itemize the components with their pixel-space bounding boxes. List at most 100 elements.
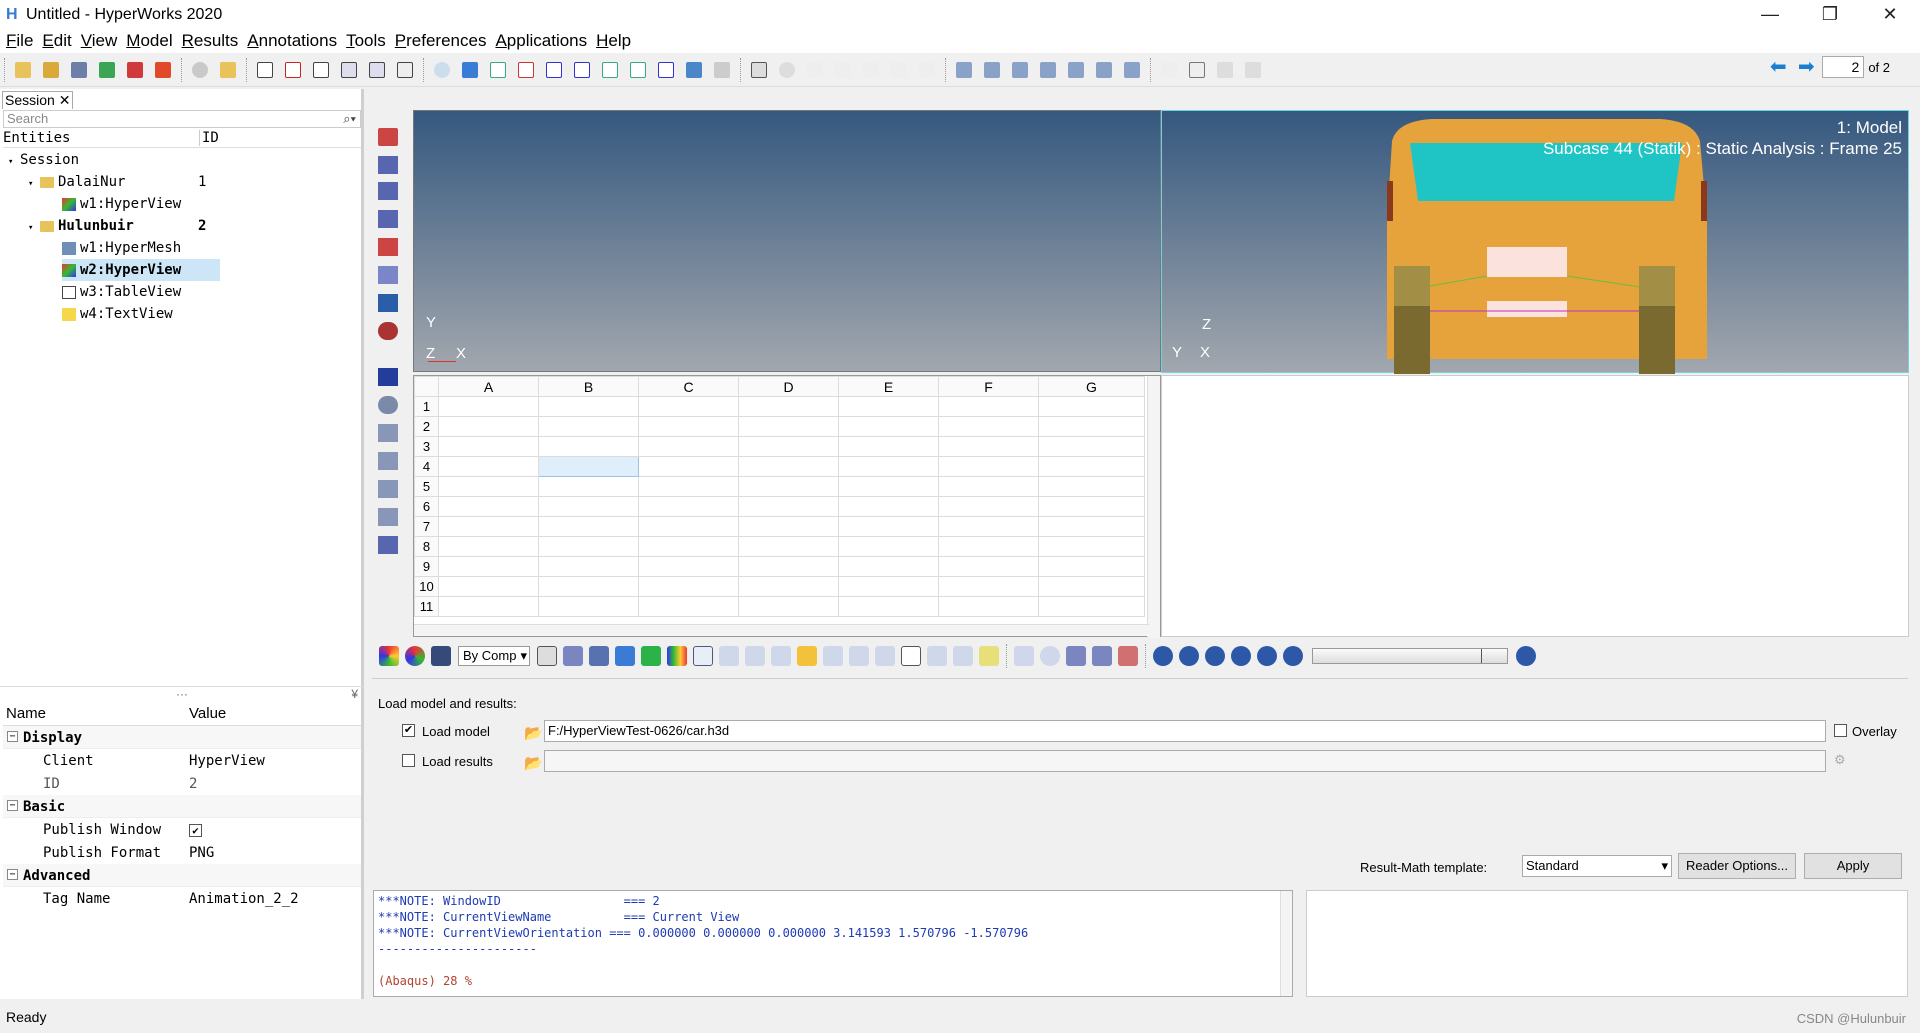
spheres-icon[interactable] [378,322,398,340]
group-display[interactable]: − Display [3,726,361,749]
window-sync-icon[interactable] [1065,59,1087,81]
tree-w1-hypermesh[interactable]: w1:HyperMesh [62,237,181,259]
open-model-icon[interactable] [40,59,62,81]
page-number-input[interactable]: 2 [1822,56,1865,78]
zoom-icon[interactable] [431,59,453,81]
menu-annotations[interactable]: Annotations [247,31,337,51]
model-path-field[interactable]: F:/HyperViewTest-0626/car.h3d [544,720,1826,742]
folder-open-icon[interactable]: 📂 [524,724,543,742]
pan-hand-icon[interactable] [832,59,854,81]
color-wheel-icon[interactable] [405,646,425,666]
link-icon[interactable] [719,646,739,666]
text-view-window[interactable] [1161,375,1909,637]
vertical-move-icon[interactable] [888,59,910,81]
legend-icon[interactable] [667,646,687,666]
window-arrange-icon[interactable] [1121,59,1143,81]
capture-icon[interactable] [394,59,416,81]
monitor-icon[interactable] [378,294,398,312]
menu-model[interactable]: Model [126,31,172,51]
export-icon[interactable] [124,59,146,81]
menu-results[interactable]: Results [182,31,239,51]
tree-w1-hyperview[interactable]: w1:HyperView [62,193,181,215]
menu-applications[interactable]: Applications [495,31,587,51]
view-zx-icon[interactable] [543,59,565,81]
animation-slider[interactable] [1312,648,1508,664]
tab-session[interactable]: Session ✕ [2,91,74,109]
tree-w3-tableview[interactable]: w3:TableView [62,281,181,303]
filter-icon[interactable] [875,646,895,666]
grid-icon[interactable] [745,646,765,666]
note-icon[interactable] [901,646,921,666]
pin-icon[interactable] [979,646,999,666]
snapshot-icon[interactable] [683,59,705,81]
chevron-down-icon[interactable]: ¥ [351,687,358,701]
spreadsheet-grid[interactable]: A B C D E F G 1 2 3 4 5 6 7 8 9 10 11 [414,376,1145,617]
eye-icon[interactable] [378,396,398,414]
close-button[interactable]: ✕ [1860,0,1920,29]
hand-pointer-icon[interactable] [797,646,817,666]
results-path-field[interactable] [544,750,1826,772]
last-frame-icon[interactable] [1283,646,1303,666]
eye-filter-icon[interactable] [378,424,398,442]
horizontal-scrollbar[interactable] [414,624,1149,636]
col-header-d[interactable]: D [738,376,839,397]
tree-w2-hyperview[interactable]: w2:HyperView [62,259,220,281]
parts-icon[interactable] [589,646,609,666]
view-yz-icon[interactable] [599,59,621,81]
color-mode-select[interactable]: By Comp ▾ [458,646,530,666]
hotspot-icon[interactable] [1118,646,1138,666]
menu-tools[interactable]: Tools [346,31,386,51]
publish-window-checkbox[interactable]: ✔ [189,824,202,837]
import-icon[interactable] [96,59,118,81]
table-view[interactable]: A B C D E F G 1 2 3 4 5 6 7 8 9 10 11 [413,375,1161,638]
selected-cell[interactable] [538,456,639,477]
message-console[interactable]: ***NOTE: WindowID === 2 ***NOTE: Current… [373,890,1293,997]
color-map-icon[interactable] [379,646,399,666]
play-icon[interactable] [1231,646,1251,666]
vector-icon[interactable] [378,182,398,200]
col-header-g[interactable]: G [1038,376,1145,397]
viewport-2-model[interactable]: 1: Model Subcase 44 (Statik) : Static An… [1161,110,1909,374]
measure-graph-icon[interactable] [823,646,843,666]
comment-icon[interactable] [1040,646,1060,666]
view-xy-icon[interactable] [487,59,509,81]
streamline-icon[interactable] [1066,646,1086,666]
vertical-scrollbar[interactable] [1147,376,1160,638]
menu-help[interactable]: Help [596,31,631,51]
eye-tree-icon[interactable] [378,452,398,470]
menu-file[interactable]: File [6,31,33,51]
eye-group-icon[interactable] [378,508,398,526]
folder-icon[interactable] [217,59,239,81]
view-iso-icon[interactable] [655,59,677,81]
view-xz-icon[interactable] [571,59,593,81]
view-zy-icon[interactable] [627,59,649,81]
copy-window-icon[interactable] [338,59,360,81]
search-input[interactable]: Search ⌕▾ [3,110,361,128]
column-icon[interactable] [693,646,713,666]
reader-options-button[interactable]: Reader Options... [1678,853,1796,879]
add-page-icon[interactable] [254,59,276,81]
eye-hierarchy-icon[interactable] [378,480,398,498]
apply-button[interactable]: Apply [1804,853,1902,879]
overlay-checkbox[interactable] [1834,724,1847,737]
transform-icon[interactable] [953,646,973,666]
copy-icon[interactable] [1186,59,1208,81]
tree-w4-textview[interactable]: w4:TextView [62,303,173,325]
view-yx-icon[interactable] [515,59,537,81]
menu-edit[interactable]: Edit [42,31,71,51]
col-header-e[interactable]: E [838,376,939,397]
shaded-icon[interactable] [563,646,583,666]
window-copy-icon[interactable] [953,59,975,81]
slider-thumb[interactable] [1481,649,1503,663]
tensor-icon[interactable] [378,210,398,228]
measure-icon[interactable] [378,266,398,284]
open-session-icon[interactable] [12,59,34,81]
window-swap-icon[interactable] [981,59,1003,81]
tracer-icon[interactable] [771,646,791,666]
tree-dalainur[interactable]: ▾ DalaiNur 1 [28,171,328,193]
console-scrollbar[interactable] [1280,891,1292,996]
rotate-icon[interactable] [916,59,938,81]
group-advanced[interactable]: − Advanced [3,864,361,887]
window-link-icon[interactable] [1093,59,1115,81]
window-expand-icon[interactable] [1037,59,1059,81]
